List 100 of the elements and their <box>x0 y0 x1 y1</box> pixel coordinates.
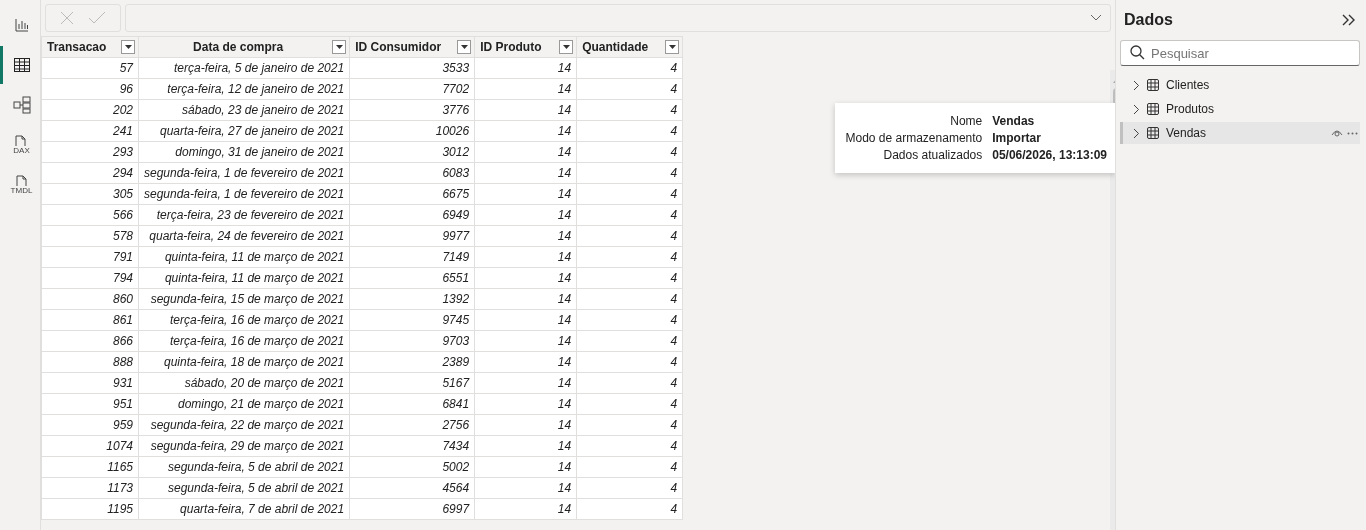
table-cell: 14 <box>474 477 577 499</box>
table-cell: 14 <box>474 456 577 478</box>
table-cell: 5167 <box>349 372 475 394</box>
formula-field[interactable] <box>125 4 1111 32</box>
table-cell: 1173 <box>41 477 139 499</box>
collapse-pane-icon[interactable] <box>1342 14 1356 26</box>
table-list-item[interactable]: Produtos <box>1120 98 1360 120</box>
table-cell: 6841 <box>349 393 475 415</box>
eye-icon[interactable] <box>1331 129 1343 137</box>
table-cell: 794 <box>41 267 139 289</box>
filter-dropdown-icon[interactable] <box>121 40 135 54</box>
search-field[interactable]: Pesquisar <box>1120 40 1360 66</box>
table-cell: 4 <box>576 477 683 499</box>
table-cell: 14 <box>474 141 577 163</box>
filter-dropdown-icon[interactable] <box>332 40 347 54</box>
table-list-item[interactable]: Vendas <box>1120 122 1360 144</box>
table-cell: 294 <box>41 162 139 184</box>
table-cell: 2389 <box>349 351 475 373</box>
table-cell: 14 <box>474 99 577 121</box>
chevron-right-icon[interactable] <box>1133 103 1140 115</box>
table-cell: 14 <box>474 351 577 373</box>
table-cell: 4 <box>576 330 683 352</box>
table-cell: terça-feira, 5 de janeiro de 2021 <box>138 57 350 79</box>
table-cell: 791 <box>41 246 139 268</box>
table-cell: 14 <box>474 162 577 184</box>
chevron-right-icon[interactable] <box>1133 79 1140 91</box>
checkmark-icon[interactable] <box>88 11 106 25</box>
table-cell: 4 <box>576 288 683 310</box>
table-cell: sábado, 20 de março de 2021 <box>138 372 350 394</box>
column-header[interactable]: ID Consumidor <box>349 36 475 58</box>
table-cell: 931 <box>41 372 139 394</box>
table-cell: 57 <box>41 57 139 79</box>
search-icon <box>1130 45 1145 60</box>
table-cell: 5002 <box>349 456 475 478</box>
table-cell: 2756 <box>349 414 475 436</box>
table-cell: 6551 <box>349 267 475 289</box>
table-cell: 14 <box>474 372 577 394</box>
table-cell: 7702 <box>349 78 475 100</box>
table-cell: 14 <box>474 498 577 520</box>
table-cell: 14 <box>474 393 577 415</box>
table-cell: 14 <box>474 267 577 289</box>
table-icon <box>1147 103 1159 115</box>
table-cell: segunda-feira, 15 de março de 2021 <box>138 288 350 310</box>
table-cell: 3012 <box>349 141 475 163</box>
tooltip-value: Vendas <box>992 114 1036 128</box>
table-cell: 14 <box>474 57 577 79</box>
chevron-down-icon[interactable] <box>1090 14 1102 22</box>
table-cell: quarta-feira, 24 de fevereiro de 2021 <box>138 225 350 247</box>
table-cell: 4 <box>576 141 683 163</box>
table-cell: 4 <box>576 456 683 478</box>
tooltip-label: Dados atualizados <box>882 148 983 162</box>
column-header[interactable]: ID Produto <box>474 36 577 58</box>
table-icon <box>13 58 30 72</box>
table-cell: 4 <box>576 78 683 100</box>
table-cell: 14 <box>474 288 577 310</box>
filter-dropdown-icon[interactable] <box>457 40 472 54</box>
table-list-item[interactable]: Clientes <box>1120 74 1360 96</box>
table-cell: 202 <box>41 99 139 121</box>
table-cell: 4 <box>576 120 683 142</box>
table-cell: 14 <box>474 330 577 352</box>
icon-label: TMDL <box>10 187 33 195</box>
filter-dropdown-icon[interactable] <box>559 40 574 54</box>
filter-dropdown-icon[interactable] <box>665 40 680 54</box>
column-header[interactable]: Data de compra <box>138 36 350 58</box>
table-cell: 951 <box>41 393 139 415</box>
more-options-icon[interactable] <box>1347 131 1358 135</box>
table-cell: terça-feira, 12 de janeiro de 2021 <box>138 78 350 100</box>
table-cell: 6675 <box>349 183 475 205</box>
chevron-right-icon[interactable] <box>1133 127 1140 139</box>
table-cell: 566 <box>41 204 139 226</box>
table-cell: 9703 <box>349 330 475 352</box>
table-cell: segunda-feira, 22 de março de 2021 <box>138 414 350 436</box>
table-cell: 4 <box>576 372 683 394</box>
icon-label: DAX <box>13 147 30 155</box>
model-icon <box>12 96 31 114</box>
table-cell: 14 <box>474 78 577 100</box>
table-cell: 4 <box>576 393 683 415</box>
table-cell: 9977 <box>349 225 475 247</box>
table-cell: terça-feira, 16 de março de 2021 <box>138 309 350 331</box>
table-cell: segunda-feira, 5 de abril de 2021 <box>138 477 350 499</box>
column-header[interactable]: Quantidade <box>576 36 683 58</box>
table-cell: quinta-feira, 11 de março de 2021 <box>138 246 350 268</box>
tooltip-label: Modo de armazenamento <box>845 131 983 145</box>
table-cell: 305 <box>41 183 139 205</box>
table-cell: quarta-feira, 27 de janeiro de 2021 <box>138 120 350 142</box>
table-cell: 4 <box>576 246 683 268</box>
table-icon <box>1147 79 1159 91</box>
table-cell: 4 <box>576 99 683 121</box>
column-header[interactable]: Transacao <box>41 36 139 58</box>
table-cell: 7434 <box>349 435 475 457</box>
table-cell: 4 <box>576 225 683 247</box>
document-icon <box>15 175 28 187</box>
table-cell: sábado, 23 de janeiro de 2021 <box>138 99 350 121</box>
view-button[interactable]: DAX <box>0 126 40 164</box>
table-cell: 4 <box>576 498 683 520</box>
table-cell: 6083 <box>349 162 475 184</box>
table-cell: 4 <box>576 435 683 457</box>
view-button[interactable]: TMDL <box>0 166 40 204</box>
document-icon <box>15 135 28 147</box>
table-cell: 866 <box>41 330 139 352</box>
